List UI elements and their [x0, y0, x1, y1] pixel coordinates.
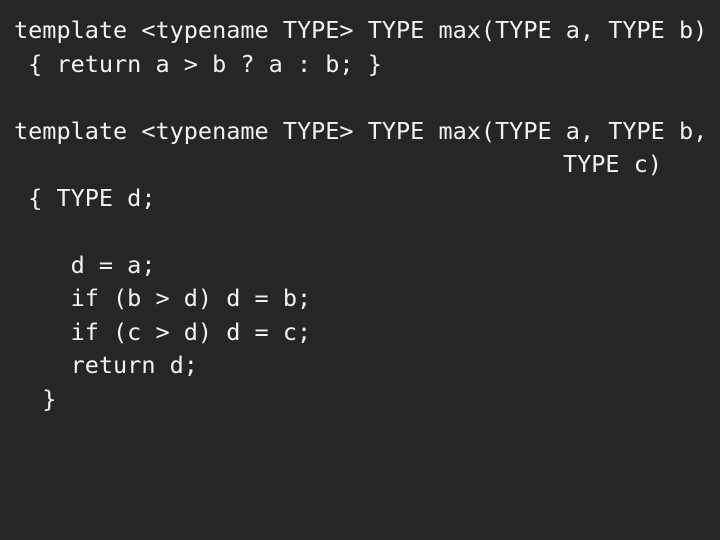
code-line: if (b > d) d = b;: [14, 284, 312, 312]
code-line: d = a;: [14, 250, 156, 279]
code-line: { return a > b ? a : b; }: [14, 49, 382, 78]
code-block-two-arg-max: template <typename TYPE> TYPE max(TYPE a…: [0, 14, 720, 81]
code-line: { TYPE d;: [14, 183, 156, 212]
code-slide: template <typename TYPE> TYPE max(TYPE a…: [0, 0, 720, 540]
code-line: return d;: [14, 351, 198, 379]
code-line: template <typename TYPE> TYPE max(TYPE a…: [14, 16, 708, 44]
code-line: template <typename TYPE> TYPE max(TYPE a…: [14, 116, 708, 145]
code-block-three-arg-max: template <typename TYPE> TYPE max(TYPE a…: [0, 115, 720, 417]
code-block-spacer: [0, 81, 720, 115]
code-line-continuation: TYPE c): [562, 150, 662, 178]
code-line: }: [14, 384, 57, 413]
code-line: if (c > d) d = c;: [14, 317, 312, 346]
